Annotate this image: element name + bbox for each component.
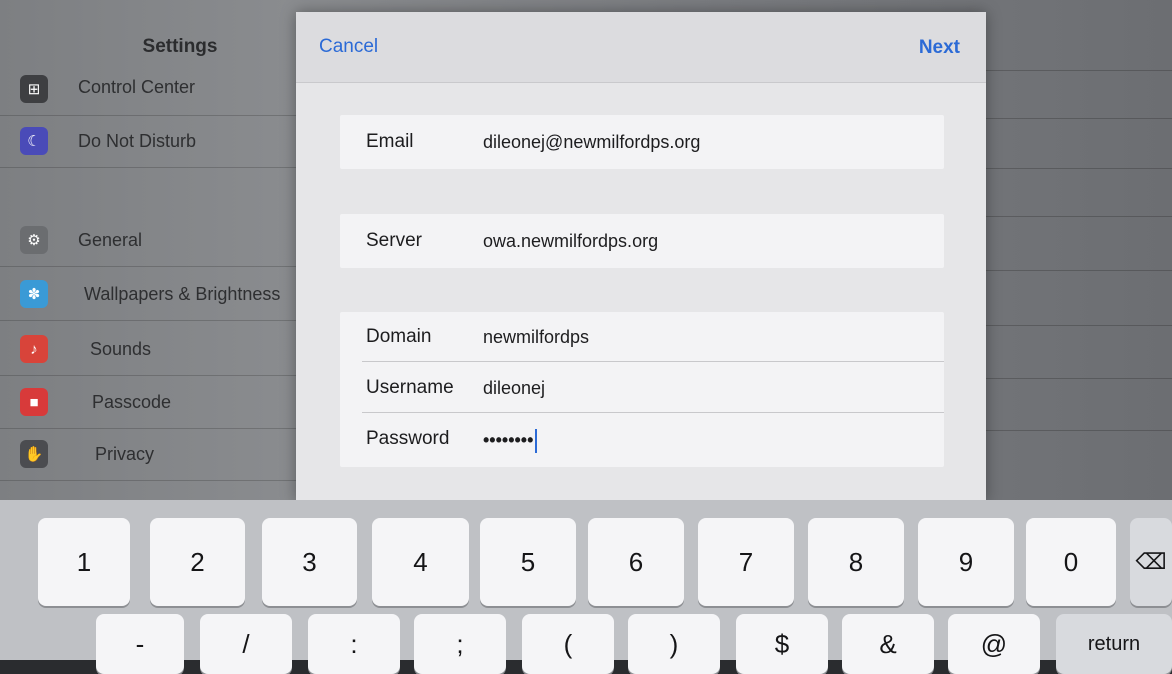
- sidebar-item-do-not-disturb[interactable]: ☾ Do Not Disturb: [0, 117, 300, 168]
- sidebar-item-privacy[interactable]: ✋ Privacy: [0, 430, 300, 481]
- domain-input[interactable]: newmilfordps: [483, 327, 589, 348]
- speaker-icon: ♪: [20, 335, 48, 363]
- key-7[interactable]: 7: [698, 518, 794, 606]
- credentials-group: Domain newmilfordps Username dileonej Pa…: [340, 312, 944, 467]
- sidebar-item-label: Sounds: [90, 339, 152, 359]
- settings-title: Settings: [142, 36, 218, 57]
- text-cursor: [535, 429, 538, 453]
- key-2[interactable]: 2: [150, 518, 245, 606]
- sidebar-item-passcode[interactable]: ■ Passcode: [0, 378, 300, 429]
- key-1[interactable]: 1: [38, 518, 130, 606]
- return-key[interactable]: return: [1056, 614, 1172, 674]
- divider: [985, 216, 1172, 217]
- cancel-button[interactable]: Cancel: [319, 36, 378, 58]
- modal-nav-bar: Cancel Next: [296, 12, 986, 83]
- email-field[interactable]: Email dileonej@newmilfordps.org: [340, 117, 944, 167]
- exchange-account-modal: Cancel Next Email dileonej@newmilfordps.…: [296, 12, 986, 502]
- sidebar-item-label: Privacy: [95, 444, 155, 464]
- sidebar-item-label: Passcode: [92, 392, 172, 412]
- sidebar-item-label: Do Not Disturb: [78, 131, 197, 151]
- server-input[interactable]: owa.newmilfordps.org: [483, 231, 658, 252]
- sidebar-item-label: Control Center: [78, 77, 196, 97]
- divider: [985, 118, 1172, 119]
- key-close-paren[interactable]: ): [628, 614, 720, 674]
- password-input[interactable]: ••••••••: [483, 429, 538, 453]
- password-label: Password: [366, 428, 450, 449]
- backspace-icon: ⌫: [1135, 549, 1167, 574]
- lock-icon: ■: [20, 388, 48, 416]
- key-dollar[interactable]: $: [736, 614, 828, 674]
- divider: [985, 270, 1172, 271]
- sidebar-item-label: Wallpapers & Brightness: [84, 284, 281, 304]
- key-ampersand[interactable]: &: [842, 614, 934, 674]
- control-center-icon: ⊞: [20, 75, 48, 103]
- password-dots: ••••••••: [483, 429, 534, 450]
- email-input[interactable]: dileonej@newmilfordps.org: [483, 132, 700, 153]
- server-group: Server owa.newmilfordps.org: [340, 214, 944, 268]
- moon-icon: ☾: [20, 127, 48, 155]
- sidebar-item-control-center[interactable]: ⊞ Control Center: [0, 65, 300, 116]
- key-8[interactable]: 8: [808, 518, 904, 606]
- username-field[interactable]: Username dileonej: [340, 363, 944, 413]
- sidebar-item-general[interactable]: ⚙ General: [0, 216, 300, 267]
- sidebar-item-wallpapers[interactable]: ✽ Wallpapers & Brightness: [0, 270, 300, 321]
- settings-sidebar: Settings ⊞ Control Center ☾ Do Not Distu…: [0, 0, 300, 500]
- numeric-keyboard: 1 2 3 4 5 6 7 8 9 0 ⌫ - / : ; ( ) $ & @ …: [0, 500, 1172, 674]
- key-5[interactable]: 5: [480, 518, 576, 606]
- divider: [985, 378, 1172, 379]
- key-6[interactable]: 6: [588, 518, 684, 606]
- divider: [985, 168, 1172, 169]
- next-button[interactable]: Next: [919, 37, 960, 59]
- divider: [985, 430, 1172, 431]
- gear-icon: ⚙: [20, 226, 48, 254]
- key-open-paren[interactable]: (: [522, 614, 614, 674]
- domain-field[interactable]: Domain newmilfordps: [340, 312, 944, 362]
- server-label: Server: [366, 230, 422, 251]
- divider: [362, 361, 944, 362]
- server-field[interactable]: Server owa.newmilfordps.org: [340, 216, 944, 266]
- sidebar-item-label: General: [78, 230, 143, 250]
- key-3[interactable]: 3: [262, 518, 357, 606]
- username-input[interactable]: dileonej: [483, 378, 545, 399]
- key-slash[interactable]: /: [200, 614, 292, 674]
- domain-label: Domain: [366, 326, 432, 347]
- key-at[interactable]: @: [948, 614, 1040, 674]
- sidebar-item-sounds[interactable]: ♪ Sounds: [0, 325, 300, 376]
- email-group: Email dileonej@newmilfordps.org: [340, 115, 944, 169]
- key-colon[interactable]: :: [308, 614, 400, 674]
- key-4[interactable]: 4: [372, 518, 469, 606]
- password-field[interactable]: Password ••••••••: [340, 414, 944, 464]
- key-hyphen[interactable]: -: [96, 614, 184, 674]
- wallpaper-icon: ✽: [20, 280, 48, 308]
- key-semicolon[interactable]: ;: [414, 614, 506, 674]
- divider: [985, 325, 1172, 326]
- hand-icon: ✋: [20, 440, 48, 468]
- key-9[interactable]: 9: [918, 518, 1014, 606]
- divider: [362, 412, 944, 413]
- delete-key[interactable]: ⌫: [1130, 518, 1172, 606]
- email-label: Email: [366, 131, 414, 152]
- divider: [985, 70, 1172, 71]
- key-0[interactable]: 0: [1026, 518, 1116, 606]
- username-label: Username: [366, 377, 454, 398]
